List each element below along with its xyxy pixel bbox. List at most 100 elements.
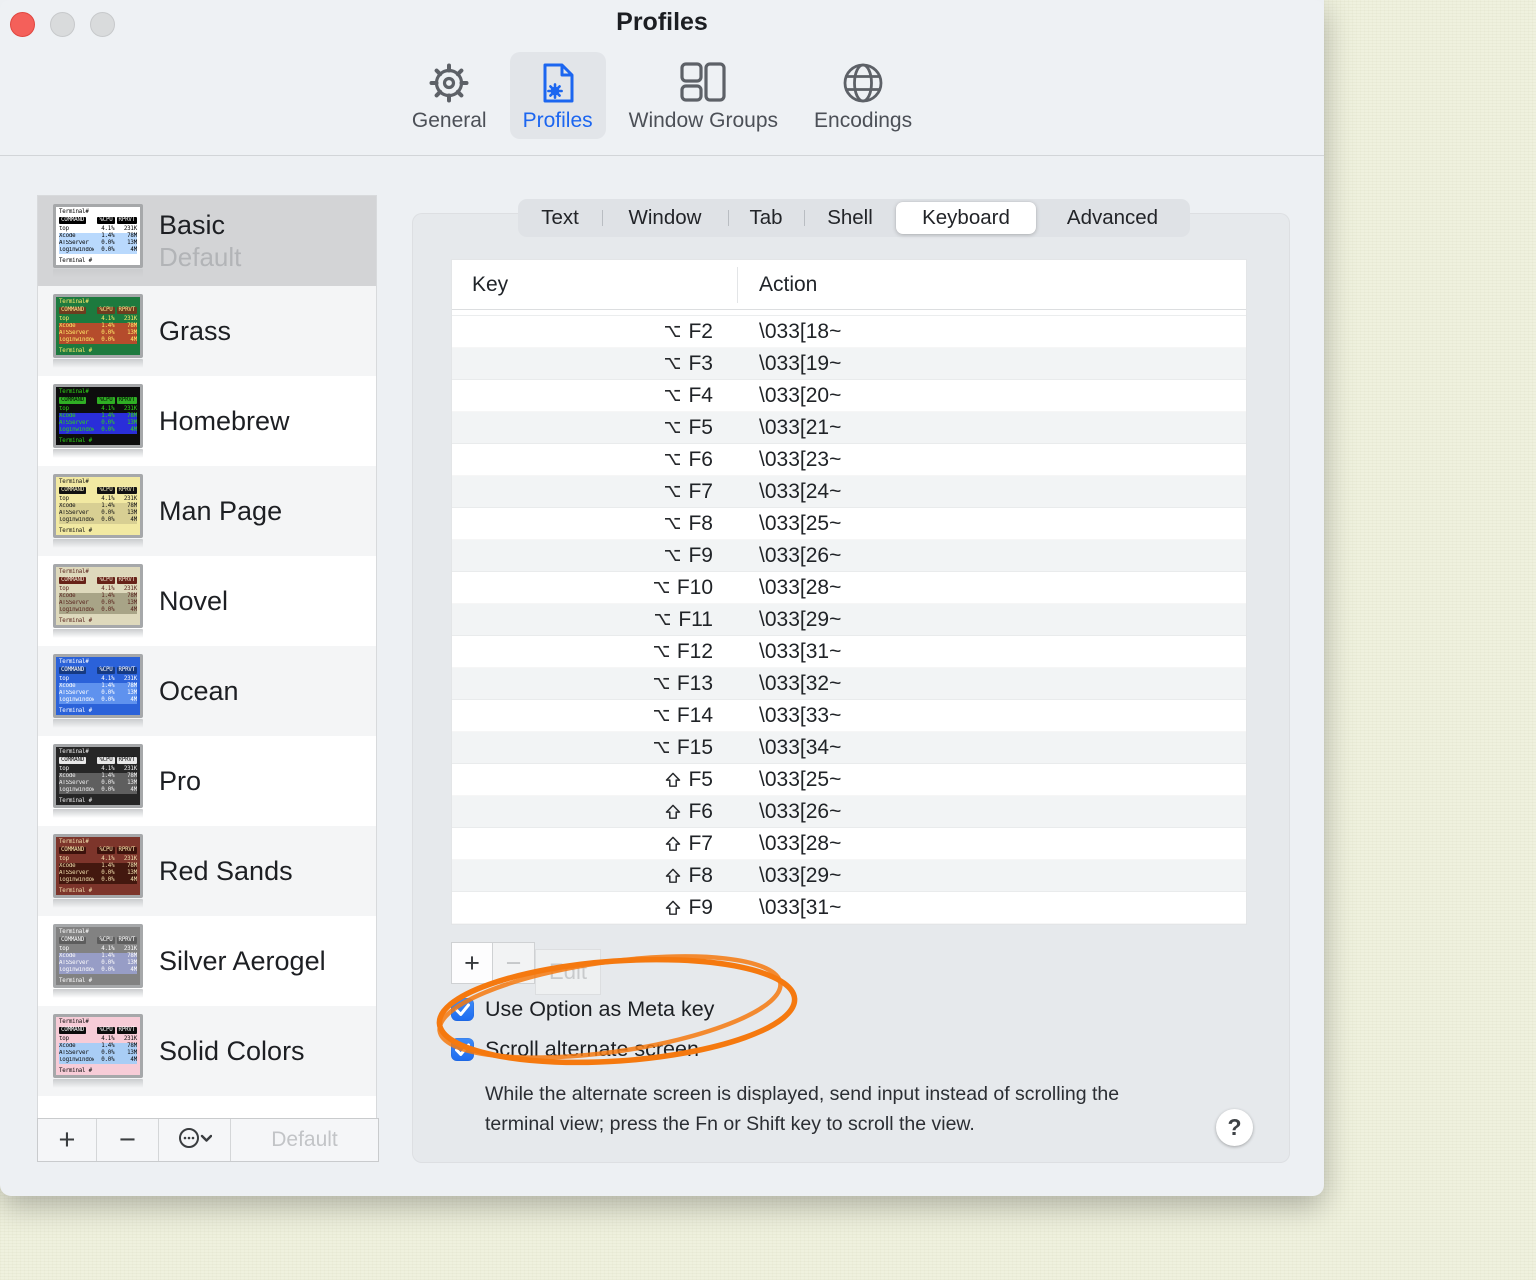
- keyboard-shortcut-row[interactable]: F6 \033[26~: [452, 796, 1246, 828]
- profile-thumbnail-wrap: Terminal# COMMAND %CPU RPRVT top 4.1% 231K Xcod…: [53, 204, 145, 278]
- process-cpu: 4.1%: [101, 765, 115, 772]
- tab-text[interactable]: Text: [518, 199, 602, 237]
- more-options-button[interactable]: [159, 1119, 231, 1161]
- toolbar-item-window-groups[interactable]: Window Groups: [616, 52, 791, 139]
- thumb-process-line: loginwindow 0.0% 4M: [59, 426, 137, 434]
- keyboard-shortcut-row[interactable]: F8 \033[25~: [452, 508, 1246, 540]
- keyboard-shortcut-row[interactable]: F9 \033[26~: [452, 540, 1246, 572]
- thumb-process-line: ATSServer 0.0% 13M: [59, 509, 137, 517]
- toolbar-item-encodings[interactable]: Encodings: [801, 52, 925, 139]
- keyboard-shortcut-row[interactable]: F10 \033[28~: [452, 572, 1246, 604]
- key-label: F11: [678, 607, 713, 631]
- checkbox-use-option-as-meta-key[interactable]: [451, 998, 474, 1021]
- tab-window[interactable]: Window: [602, 199, 728, 237]
- thumb-header-chip: COMMAND: [59, 847, 87, 855]
- globe-icon: [839, 59, 887, 107]
- checkbox-scroll-alternate-screen[interactable]: [451, 1038, 474, 1061]
- profile-label-group: Basic Default: [159, 209, 241, 273]
- process-name: top: [59, 315, 69, 322]
- tab-separator: [804, 210, 805, 226]
- key-cell: F9: [452, 896, 713, 920]
- key-cell: F5: [452, 768, 713, 792]
- thumb-header-chip: COMMAND: [59, 487, 87, 495]
- process-cpu: 4.1%: [101, 225, 115, 232]
- tab-advanced[interactable]: Advanced: [1036, 199, 1189, 237]
- thumb-prompt-line: Terminal #: [59, 1067, 92, 1074]
- profile-name: Grass: [159, 315, 232, 346]
- toolbar-item-profiles[interactable]: Profiles: [509, 52, 606, 139]
- toolbar-item-general[interactable]: General: [399, 52, 500, 139]
- thumb-header-line: COMMAND %CPU RPRVT: [59, 757, 137, 765]
- profile-row-grass[interactable]: Terminal# COMMAND %CPU RPRVT top 4.1% 231K Xcod…: [38, 286, 376, 376]
- thumb-header-chip: %CPU: [97, 937, 115, 945]
- option-key-icon: [664, 516, 681, 531]
- add-profile-button[interactable]: +: [38, 1119, 97, 1161]
- process-cpu: 0.0%: [101, 689, 115, 696]
- thumb-prompt-line: Terminal #: [59, 347, 92, 354]
- key-cell: F11: [452, 608, 713, 632]
- process-name: loginwindow: [59, 516, 95, 523]
- set-default-button[interactable]: Default: [231, 1119, 378, 1161]
- thumb-process-line: Xcode 1.4% 78M: [59, 1042, 137, 1050]
- keyboard-shortcut-row[interactable]: F13 \033[32~: [452, 668, 1246, 700]
- remove-shortcut-button[interactable]: −: [493, 942, 535, 984]
- keyboard-shortcut-row[interactable]: F12 \033[31~: [452, 636, 1246, 668]
- action-value: \033[28~: [759, 575, 842, 599]
- key-label: F8: [688, 863, 713, 887]
- keyboard-shortcut-row[interactable]: F7 \033[24~: [452, 476, 1246, 508]
- process-name: loginwindow: [59, 966, 95, 973]
- thumb-header-line: COMMAND %CPU RPRVT: [59, 577, 137, 585]
- option-key-icon: [664, 484, 681, 499]
- profile-row-pro[interactable]: Terminal# COMMAND %CPU RPRVT top 4.1% 231K Xcod…: [38, 736, 376, 826]
- key-label: F14: [676, 703, 713, 727]
- profile-row-red-sands[interactable]: Terminal# COMMAND %CPU RPRVT top 4.1% 231K Xcod…: [38, 826, 376, 916]
- key-label: F9: [688, 895, 713, 919]
- profile-thumbnail: Terminal# COMMAND %CPU RPRVT top 4.1% 231K Xcod…: [53, 204, 143, 268]
- keyboard-shortcut-row[interactable]: F14 \033[33~: [452, 700, 1246, 732]
- key-label: F7: [688, 479, 713, 503]
- remove-profile-button[interactable]: −: [97, 1119, 159, 1161]
- profile-row-silver-aerogel[interactable]: Terminal# COMMAND %CPU RPRVT top 4.1% 231K Xcod…: [38, 916, 376, 1006]
- keyboard-shortcut-row[interactable]: F7 \033[28~: [452, 828, 1246, 860]
- profile-row-homebrew[interactable]: Terminal# COMMAND %CPU RPRVT top 4.1% 231K Xcod…: [38, 376, 376, 466]
- tab-tab[interactable]: Tab: [728, 199, 804, 237]
- profile-row-solid-colors[interactable]: Terminal# COMMAND %CPU RPRVT top 4.1% 231K Xcod…: [38, 1006, 376, 1096]
- keyboard-shortcuts-table: Key Action F2 \033[18~ F3 \033[19~ F4 \033[20…: [451, 259, 1247, 925]
- add-shortcut-button[interactable]: +: [451, 942, 493, 984]
- thumb-process-line: ATSServer 0.0% 13M: [59, 689, 137, 697]
- process-cpu: 0.0%: [101, 336, 115, 343]
- process-name: top: [59, 765, 69, 772]
- window-groups-icon: [679, 59, 727, 107]
- keyboard-shortcut-row[interactable]: F8 \033[29~: [452, 860, 1246, 892]
- process-name: Xcode: [59, 682, 76, 689]
- keyboard-shortcut-row[interactable]: F5 \033[25~: [452, 764, 1246, 796]
- keyboard-shortcut-row[interactable]: F6 \033[23~: [452, 444, 1246, 476]
- keyboard-shortcut-row[interactable]: F15 \033[34~: [452, 732, 1246, 764]
- edit-shortcut-button[interactable]: Edit: [535, 949, 601, 995]
- key-cell: F4: [452, 384, 713, 408]
- keyboard-shortcut-row[interactable]: F2 \033[18~: [452, 316, 1246, 348]
- keyboard-shortcut-row[interactable]: F11 \033[29~: [452, 604, 1246, 636]
- profile-row-novel[interactable]: Terminal# COMMAND %CPU RPRVT top 4.1% 231K Xcod…: [38, 556, 376, 646]
- help-button[interactable]: ?: [1216, 1109, 1253, 1146]
- keyboard-shortcut-row[interactable]: F9 \033[31~: [452, 892, 1246, 924]
- process-name: Xcode: [59, 772, 76, 779]
- keyboard-shortcut-row[interactable]: F3 \033[19~: [452, 348, 1246, 380]
- keyboard-shortcut-row[interactable]: F5 \033[21~: [452, 412, 1246, 444]
- process-name: ATSServer: [59, 329, 89, 336]
- thumbnail-shadow: [53, 809, 143, 818]
- thumb-process-line: Xcode 1.4% 78M: [59, 232, 137, 240]
- profile-row-basic[interactable]: Terminal# COMMAND %CPU RPRVT top 4.1% 231K Xcod…: [38, 196, 376, 286]
- thumb-header-chip: COMMAND: [59, 1027, 87, 1035]
- profile-row-ocean[interactable]: Terminal# COMMAND %CPU RPRVT top 4.1% 231K Xcod…: [38, 646, 376, 736]
- keyboard-shortcut-row[interactable]: F4 \033[20~: [452, 380, 1246, 412]
- profile-row-man-page[interactable]: Terminal# COMMAND %CPU RPRVT top 4.1% 231K Xcod…: [38, 466, 376, 556]
- profile-name: Silver Aerogel: [159, 945, 326, 976]
- thumb-process-line: Xcode 1.4% 78M: [59, 592, 137, 600]
- tab-keyboard[interactable]: Keyboard: [896, 202, 1036, 234]
- window-title: Profiles: [616, 8, 708, 36]
- tab-shell[interactable]: Shell: [804, 199, 896, 237]
- thumb-header-chip: RPRVT: [116, 487, 137, 495]
- process-mem: 4M: [130, 606, 137, 613]
- thumb-process-line: ATSServer 0.0% 13M: [59, 239, 137, 247]
